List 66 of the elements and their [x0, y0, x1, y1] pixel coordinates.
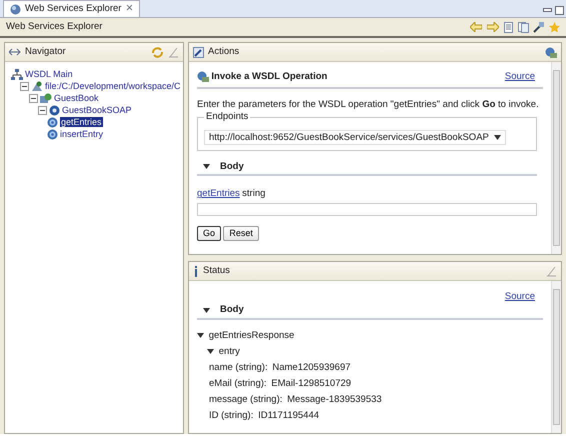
globe-icon [10, 4, 21, 14]
tree-item[interactable]: WSDL Main [25, 68, 73, 80]
documents-icon[interactable] [518, 22, 528, 32]
parameter-type: string [242, 188, 266, 200]
caret-icon [494, 134, 501, 140]
pane-title: Status [203, 265, 230, 277]
section-heading: Invoke a WSDL Operation [211, 71, 328, 82]
toolbar-title: Web Services Explorer [6, 21, 102, 33]
collapse-toggle[interactable] [29, 94, 38, 102]
tree-item[interactable]: insertEntry [60, 128, 104, 140]
scrollbar[interactable] [551, 62, 561, 254]
field-label: eMail (string): [209, 378, 267, 390]
element-name: getEntriesResponse [208, 330, 294, 342]
field-value: ID1171195444 [258, 410, 320, 422]
field-value: Name1205939697 [272, 362, 351, 374]
tab-title[interactable]: Web Services Explorer [25, 3, 122, 15]
star-icon[interactable] [549, 22, 560, 32]
sync-icon[interactable] [152, 46, 164, 58]
source-link[interactable]: Source [504, 291, 535, 302]
clear-icon[interactable] [546, 266, 557, 276]
section-title: Body [220, 304, 244, 316]
network-icon [11, 68, 23, 80]
info-icon [193, 266, 199, 276]
collapse-toggle[interactable] [38, 106, 47, 114]
field-label: ID (string): [209, 410, 254, 422]
pane-title: Navigator [25, 46, 66, 58]
field-label: name (string): [209, 362, 268, 374]
wsdl-icon[interactable] [545, 46, 557, 58]
form-button[interactable]: Reset [223, 226, 259, 240]
tree-item[interactable]: GuestBook [54, 92, 99, 104]
back-arrow-icon[interactable] [470, 22, 482, 32]
element-name: entry [218, 346, 240, 358]
endpoint-dropdown[interactable]: http://localhost:9652/GuestBookService/services/GuestBookSOAP [204, 130, 506, 145]
group-label: Endpoints [204, 110, 250, 122]
collapse-toggle[interactable] [203, 163, 210, 170]
scrollbar[interactable] [551, 281, 561, 433]
maximize-icon[interactable] [554, 6, 564, 15]
minimize-icon[interactable] [543, 6, 552, 14]
parameter-field[interactable] [197, 202, 537, 216]
field-value: EMail-1298510729 [271, 378, 352, 390]
tree-item[interactable]: GuestBookSOAP [62, 104, 132, 116]
gear-icon [47, 116, 58, 128]
form-button[interactable]: Go [197, 226, 222, 240]
collapse-toggle[interactable] [197, 332, 204, 340]
clear-icon[interactable] [168, 46, 179, 58]
tree-item[interactable]: file:/C:/Development/workspace/C [45, 80, 181, 92]
wsdl-icon [197, 71, 209, 82]
gear-icon [47, 128, 58, 140]
navigator-icon [9, 47, 21, 57]
document-icon[interactable] [504, 22, 513, 32]
field-value: Message-1839539533 [287, 394, 382, 406]
forward-arrow-icon[interactable] [487, 22, 499, 32]
section-title: Body [220, 160, 244, 172]
collapse-toggle[interactable] [20, 82, 29, 90]
parameter-link[interactable]: getEntries [197, 188, 240, 200]
collapse-toggle[interactable] [203, 306, 210, 314]
close-button[interactable]: ✕ [125, 3, 134, 15]
tree-item[interactable]: getEntries [60, 116, 103, 128]
service-icon [40, 92, 52, 104]
instruction-text: Enter the parameters for the WSDL operation "getEntries" and click Go to invoke. [197, 99, 540, 111]
field-label: message (string): [209, 394, 282, 406]
pane-title: Actions [208, 46, 240, 58]
port-icon [49, 104, 60, 116]
collapse-toggle[interactable] [207, 348, 214, 356]
file-icon [31, 80, 43, 92]
source-link[interactable]: Source [504, 71, 535, 82]
